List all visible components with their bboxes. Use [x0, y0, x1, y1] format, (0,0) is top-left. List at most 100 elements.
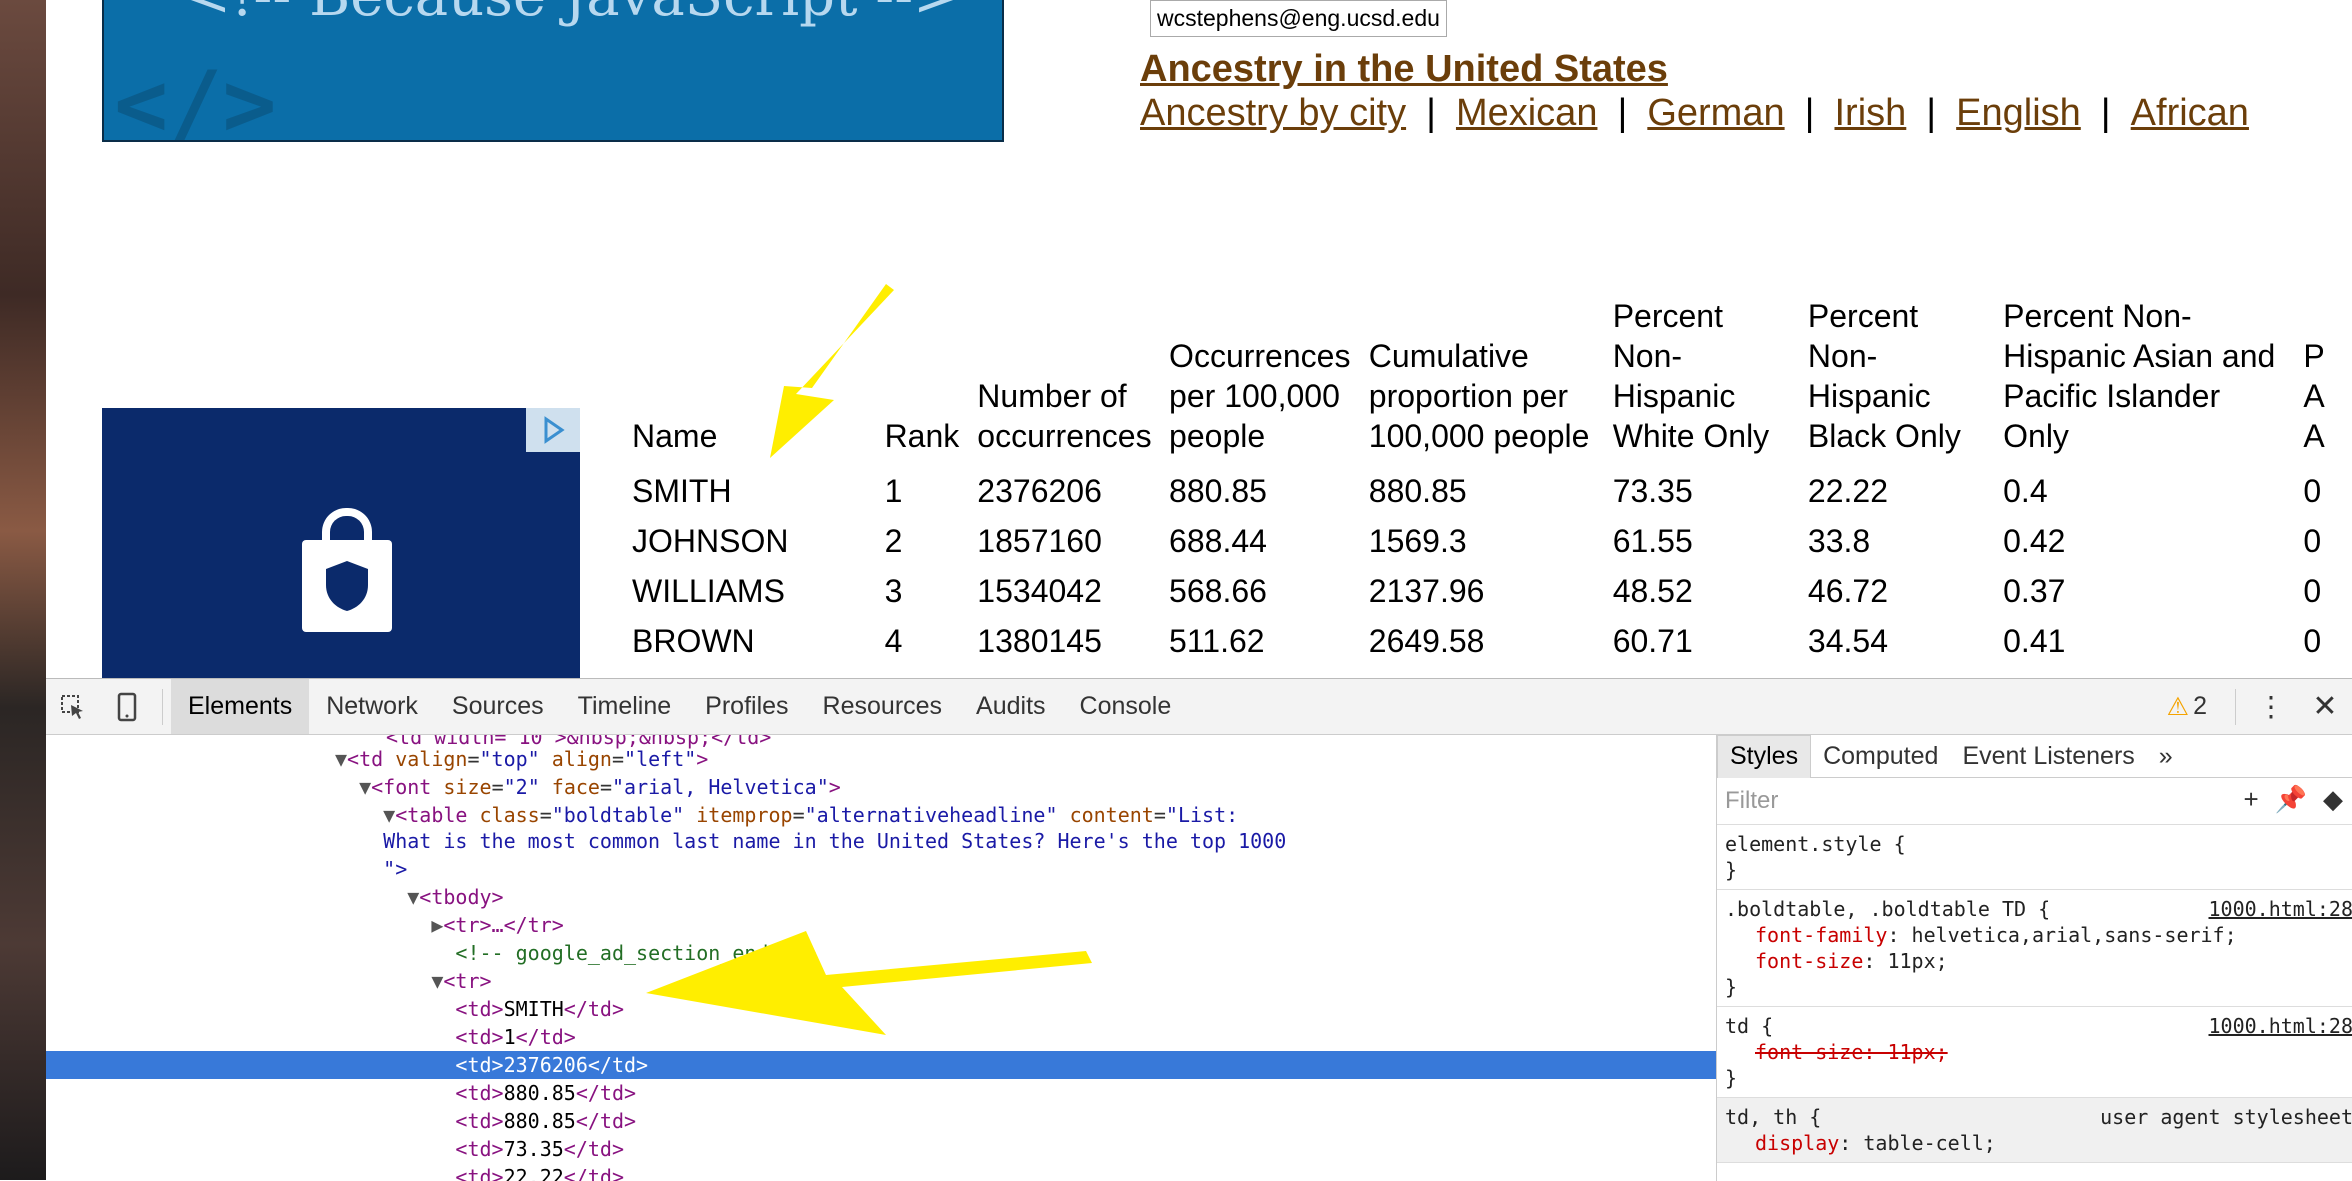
nav-link-irish[interactable]: Irish [1834, 92, 1906, 134]
dom-node-tbody[interactable]: ▼<tbody> [46, 883, 1716, 911]
filter-placeholder: Filter [1725, 787, 1778, 815]
toolbar-right: ⚠ 2 ⋮ ✕ [2167, 679, 2352, 734]
table-cell: 3 [885, 566, 978, 616]
styles-sidebar: Styles Computed Event Listeners » Filter… [1716, 735, 2352, 1181]
web-page: <!-- Because JavaScript --> </> wcstephe… [46, 0, 2352, 678]
col-header-per-100k: Occurrencesper 100,000people [1169, 296, 1369, 466]
rule-td-th[interactable]: user agent stylesheet td, th { display: … [1717, 1098, 2352, 1163]
nav-separator: | [1926, 92, 1936, 134]
new-style-rule-icon[interactable]: + [2243, 784, 2258, 815]
close-icon[interactable]: ✕ [2298, 679, 2352, 734]
style-property[interactable]: font-family: helvetica,arial,sans-serif; [1725, 922, 2345, 948]
table-cell: 568.66 [1169, 566, 1369, 616]
rule-source-link[interactable]: 1000.html:28 [2209, 896, 2352, 922]
col-header-asian: Percent Non-Hispanic Asian andPacific Is… [2003, 296, 2303, 466]
table-cell: 48.52 [1613, 566, 1808, 616]
dom-node-td-cell[interactable]: <td>1</td> [46, 1023, 1716, 1051]
table-cell: 0 [2303, 566, 2352, 616]
device-mode-icon[interactable] [100, 679, 154, 734]
overridden-property[interactable]: font-size: 11px; [1725, 1039, 2345, 1065]
banner-text: <!-- Because JavaScript --> [184, 0, 960, 29]
dom-node-font[interactable]: ▼<font size="2" face="arial, Helvetica"> [46, 773, 1716, 801]
tab-elements[interactable]: Elements [171, 679, 309, 734]
table-cell: 1857160 [977, 516, 1169, 566]
table-cell: 0.41 [2003, 616, 2303, 666]
warning-count: 2 [2193, 692, 2207, 721]
nav-link-english[interactable]: English [1956, 92, 2081, 134]
inspect-element-icon[interactable] [46, 679, 100, 734]
dom-node-td-cell[interactable]: <td>SMITH</td> [46, 995, 1716, 1023]
col-header-black: PercentNon-HispanicBlack Only [1808, 296, 2003, 466]
nav-link-mexican[interactable]: Mexican [1456, 92, 1598, 134]
dom-node-td-cell[interactable]: <td>73.35</td> [46, 1135, 1716, 1163]
tab-console[interactable]: Console [1063, 679, 1189, 734]
toolbar-divider [162, 689, 163, 725]
table-cell: 46.72 [1808, 566, 2003, 616]
tab-timeline[interactable]: Timeline [561, 679, 689, 734]
rule-element-style[interactable]: element.style { } [1717, 825, 2352, 890]
dom-node-td-cell[interactable]: <td>22.22</td> [46, 1163, 1716, 1181]
tab-resources[interactable]: Resources [806, 679, 960, 734]
tab-computed[interactable]: Computed [1811, 735, 1950, 777]
dom-node-table[interactable]: ▼<table class="boldtable" itemprop="alte… [46, 801, 1716, 829]
ancestry-title-link[interactable]: Ancestry in the United States [1140, 48, 1668, 91]
more-tabs-icon[interactable]: » [2147, 735, 2185, 777]
col-header-rank: Rank [885, 296, 978, 466]
dom-node-td-cell[interactable]: <td>880.85</td> [46, 1107, 1716, 1135]
table-cell: 2137.96 [1369, 566, 1613, 616]
adchoices-icon[interactable] [526, 408, 580, 452]
nav-separator: | [1426, 92, 1436, 134]
more-options-icon[interactable]: ⋮ [2244, 679, 2298, 734]
col-header-white: PercentNon-HispanicWhite Only [1613, 296, 1808, 466]
rule-selector: element.style { [1725, 831, 2345, 857]
toolbar-divider [2235, 689, 2236, 725]
tab-profiles[interactable]: Profiles [688, 679, 805, 734]
devtools-toolbar: Elements Network Sources Timeline Profil… [46, 679, 2352, 735]
dom-node-table-content: What is the most common last name in the… [46, 827, 1716, 855]
table-cell: 511.62 [1169, 616, 1369, 666]
table-row: WILLIAMS31534042568.662137.9648.5246.720… [632, 566, 2352, 616]
dom-node-tr[interactable]: ▼<tr> [46, 967, 1716, 995]
dom-node-td-cell[interactable]: <td>880.85</td> [46, 1079, 1716, 1107]
advertisement[interactable] [102, 408, 580, 678]
surname-table: Name Rank Number ofoccurrences Occurrenc… [632, 296, 2352, 666]
tab-audits[interactable]: Audits [959, 679, 1062, 734]
table-cell: 688.44 [1169, 516, 1369, 566]
tab-network[interactable]: Network [309, 679, 435, 734]
table-cell: 33.8 [1808, 516, 2003, 566]
rule-boldtable[interactable]: 1000.html:28 .boldtable, .boldtable TD {… [1717, 890, 2352, 1007]
table-cell: 0.42 [2003, 516, 2303, 566]
tab-sources[interactable]: Sources [435, 679, 561, 734]
table-cell: 880.85 [1369, 466, 1613, 516]
style-property[interactable]: font-size: 11px; [1725, 948, 2345, 974]
pin-icon[interactable]: 📌 [2275, 784, 2307, 815]
dom-node-td-cell[interactable]: <td>2376206</td> [46, 1051, 1716, 1079]
table-cell: WILLIAMS [632, 566, 885, 616]
table-cell: 1569.3 [1369, 516, 1613, 566]
warning-counter[interactable]: ⚠ 2 [2167, 692, 2207, 722]
rule-source-link[interactable]: 1000.html:28 [2209, 1013, 2352, 1039]
desktop-background [0, 0, 46, 1180]
styles-toolbar-icons: + 📌 ◆ [2243, 784, 2343, 815]
dom-node-table-end: "> [46, 855, 1716, 883]
table-cell: 2649.58 [1369, 616, 1613, 666]
table-row: JOHNSON21857160688.441569.361.5533.80.42… [632, 516, 2352, 566]
styles-filter-input[interactable]: Filter + 📌 ◆ [1717, 778, 2352, 825]
rule-close: } [1725, 974, 2345, 1000]
dom-node-comment[interactable]: <!-- google_ad_section_end --> [46, 939, 1716, 967]
dom-node-tr-collapsed[interactable]: ▶<tr>…</tr> [46, 911, 1716, 939]
tab-event-listeners[interactable]: Event Listeners [1950, 735, 2146, 777]
color-format-icon[interactable]: ◆ [2323, 784, 2343, 815]
table-cell: 2 [885, 516, 978, 566]
dom-tree: <td width="10">&nbsp;&nbsp;</td> ▼<td va… [46, 735, 1716, 1181]
table-cell: 1380145 [977, 616, 1169, 666]
table-row: BROWN41380145511.622649.5860.7134.540.41… [632, 616, 2352, 666]
dom-node-td[interactable]: ▼<td valign="top" align="left"> [46, 745, 1716, 773]
nav-link-german[interactable]: German [1647, 92, 1784, 134]
nav-link-african[interactable]: African [2131, 92, 2249, 134]
nav-link-ancestry-by-city[interactable]: Ancestry by city [1140, 92, 1406, 134]
table-cell: 22.22 [1808, 466, 2003, 516]
rule-td[interactable]: 1000.html:28 td { font-size: 11px; } [1717, 1007, 2352, 1098]
tab-styles[interactable]: Styles [1717, 735, 1811, 778]
rule-close: } [1725, 1065, 2345, 1091]
